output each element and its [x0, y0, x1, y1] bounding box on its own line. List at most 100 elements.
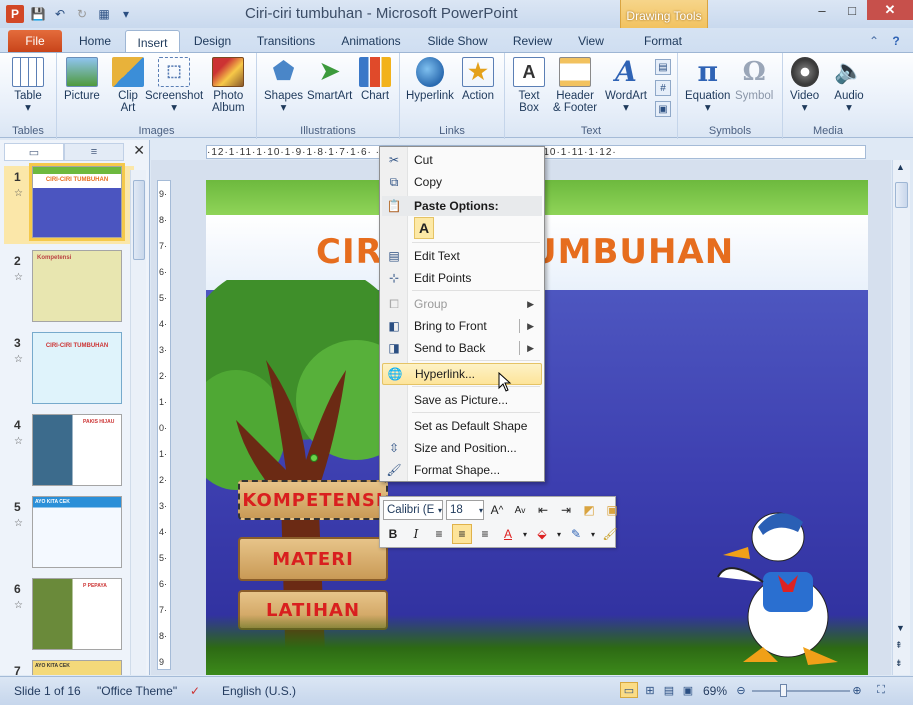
close-button[interactable]: ✕: [867, 0, 913, 20]
header-footer-button[interactable]: Header & Footer: [553, 57, 597, 114]
slide-sorter-icon[interactable]: ⊞: [641, 682, 659, 698]
bold-icon[interactable]: B: [383, 524, 403, 544]
scroll-thumb[interactable]: [133, 180, 145, 260]
scroll-down-icon[interactable]: ▼: [896, 623, 905, 633]
zoom-out-icon[interactable]: ⊖: [732, 682, 750, 698]
normal-view-icon[interactable]: ▭: [620, 682, 638, 698]
fit-slide-icon[interactable]: ⛶: [872, 682, 890, 698]
menu-item-format-shape[interactable]: 🖌 Format Shape...: [382, 459, 542, 481]
shape-outline-icon[interactable]: ✎: [566, 524, 586, 544]
slide-show-icon[interactable]: ▣: [679, 682, 697, 698]
powerpoint-logo-icon[interactable]: P: [6, 5, 24, 23]
tab-home[interactable]: Home: [70, 30, 120, 52]
tab-review[interactable]: Review: [505, 30, 560, 52]
panel-scrollbar[interactable]: [130, 170, 146, 675]
italic-icon[interactable]: I: [406, 524, 426, 544]
menu-item-edit-points[interactable]: ⊹ Edit Points: [382, 267, 542, 289]
scroll-thumb[interactable]: [895, 182, 908, 208]
submenu-arrow-icon[interactable]: ▶: [527, 321, 534, 332]
slide-thumbnail-1[interactable]: 1 ☆ CIRI-CIRI TUMBUHAN: [4, 163, 134, 244]
date-time-icon[interactable]: ▤: [655, 59, 671, 75]
menu-item-group[interactable]: ⧠ Group ▶: [382, 293, 542, 315]
tab-insert[interactable]: Insert: [125, 30, 180, 54]
menu-item-hyperlink[interactable]: 🌐 Hyperlink...: [382, 363, 542, 385]
zoom-in-icon[interactable]: ⊕: [848, 682, 866, 698]
redo-icon[interactable]: ↻: [74, 6, 90, 22]
editor-scrollbar[interactable]: ▲ ▼ ⇞ ⇟: [892, 160, 910, 675]
paste-keep-text-only-button[interactable]: A: [414, 217, 434, 239]
tab-design[interactable]: Design: [185, 30, 240, 52]
maximize-button[interactable]: □: [837, 0, 867, 20]
slide-thumbnail-2[interactable]: 2 ☆ Kompetensi: [4, 250, 134, 328]
grow-font-icon[interactable]: A ^: [487, 500, 507, 520]
font-size-combo[interactable]: 18 ▾: [446, 500, 484, 520]
quick-styles-icon[interactable]: ◩: [579, 500, 599, 520]
shrink-font-icon[interactable]: Av: [510, 500, 530, 520]
slide-thumbnail-6[interactable]: 6 ☆ P PEPAYA: [4, 578, 134, 656]
next-slide-icon[interactable]: ⇟: [895, 658, 903, 669]
font-color-icon[interactable]: A: [498, 524, 518, 544]
align-center-icon[interactable]: ≡: [452, 524, 472, 544]
customize-qat-icon[interactable]: ▾: [118, 6, 134, 22]
language[interactable]: English (U.S.): [222, 684, 296, 698]
zoom-slider-thumb[interactable]: [780, 684, 787, 697]
menu-item-save-as-picture[interactable]: Save as Picture...: [382, 389, 542, 411]
photo-album-button[interactable]: Photo Album: [212, 57, 245, 114]
spell-check-icon[interactable]: ✓: [190, 684, 200, 698]
slide-thumbnail-4[interactable]: 4 ☆ PAKIS HIJAU: [4, 414, 134, 492]
slide-info[interactable]: Slide 1 of 16: [14, 684, 81, 698]
tab-slide-show[interactable]: Slide Show: [420, 30, 495, 52]
slide-thumbnail-3[interactable]: 3 ☆ CIRI-CIRI TUMBUHAN: [4, 332, 134, 410]
text-box-button[interactable]: A Text Box: [513, 57, 545, 114]
menu-item-edit-text[interactable]: ▤ Edit Text: [382, 245, 542, 267]
vertical-ruler[interactable]: 9·8·7·6·5·4·3·2·1·0·1·2·3·4·5·6·7·8·9: [157, 180, 171, 670]
smartart-button[interactable]: ➤ SmartArt: [307, 57, 352, 103]
slide-number-icon[interactable]: #: [655, 80, 671, 96]
increase-indent-icon[interactable]: ⇥: [556, 500, 576, 520]
clip-art-button[interactable]: Clip Art: [112, 57, 144, 114]
minimize-ribbon-icon[interactable]: ⌃: [866, 30, 882, 52]
wordart-button[interactable]: A WordArt ▾: [605, 57, 647, 115]
close-panel-icon[interactable]: ✕: [133, 142, 145, 159]
menu-item-size-and-position[interactable]: ⇳ Size and Position...: [382, 437, 542, 459]
font-name-combo[interactable]: Calibri (E ▾: [383, 500, 443, 520]
reading-view-icon[interactable]: ▤: [660, 682, 678, 698]
equation-button[interactable]: π Equation ▾: [685, 57, 730, 115]
slides-tab[interactable]: ▭: [4, 143, 64, 161]
chart-button[interactable]: Chart: [359, 57, 391, 102]
scroll-up-icon[interactable]: ▲: [896, 162, 905, 172]
shape-fill-icon[interactable]: ⬙: [532, 524, 552, 544]
decrease-indent-icon[interactable]: ⇤: [533, 500, 553, 520]
video-button[interactable]: Video ▾: [790, 57, 819, 114]
menu-item-copy[interactable]: ⧉ Copy: [382, 171, 542, 193]
slide-thumbnail-7[interactable]: 7 AYO KITA CEK: [4, 660, 134, 675]
zoom-level[interactable]: 69%: [703, 684, 727, 698]
hyperlink-button[interactable]: Hyperlink: [406, 57, 454, 102]
dropdown-arrow-icon[interactable]: ▾: [589, 524, 597, 544]
sign-materi[interactable]: MATERI: [238, 537, 388, 581]
menu-item-send-to-back[interactable]: ◨ Send to Back ▶: [382, 337, 542, 359]
symbol-button[interactable]: Ω Symbol: [735, 57, 773, 102]
picture-button[interactable]: Picture: [64, 57, 100, 102]
shape-style-icon[interactable]: ▣: [602, 500, 622, 520]
tab-transitions[interactable]: Transitions: [250, 30, 322, 52]
align-right-icon[interactable]: ≡: [475, 524, 495, 544]
screenshot-button[interactable]: ⬚ Screenshot ▾: [145, 57, 203, 114]
previous-slide-icon[interactable]: ⇞: [895, 640, 903, 651]
tab-file[interactable]: File: [8, 30, 62, 52]
outline-tab[interactable]: ≡: [64, 143, 124, 161]
menu-item-set-default-shape[interactable]: Set as Default Shape: [382, 415, 542, 437]
action-button[interactable]: ★ Action: [462, 57, 494, 102]
theme-name[interactable]: "Office Theme": [97, 684, 177, 698]
dropdown-arrow-icon[interactable]: ▾: [555, 524, 563, 544]
sign-kompetensi[interactable]: KOMPETENSI: [238, 480, 388, 520]
save-icon[interactable]: 💾: [30, 6, 46, 22]
menu-item-bring-to-front[interactable]: ◧ Bring to Front ▶: [382, 315, 542, 337]
tab-view[interactable]: View: [570, 30, 612, 52]
table-button[interactable]: Table ▾: [12, 57, 44, 114]
tab-animations[interactable]: Animations: [335, 30, 407, 52]
slide-thumbnail-5[interactable]: 5 ☆ AYO KITA CEK: [4, 496, 134, 574]
format-painter-icon[interactable]: ▦: [96, 6, 112, 22]
object-icon[interactable]: ▣: [655, 101, 671, 117]
help-icon[interactable]: ?: [887, 30, 905, 52]
